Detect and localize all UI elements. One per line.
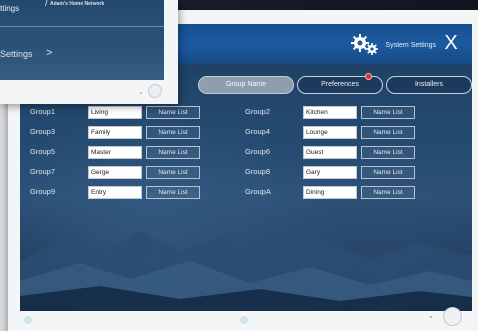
name-list-button[interactable]: Name List <box>146 126 200 139</box>
system-settings-header: System Settings <box>351 34 436 56</box>
close-icon[interactable]: X <box>440 31 462 55</box>
home-button[interactable] <box>443 307 462 326</box>
group-name-field[interactable]: Kitchen <box>303 106 357 119</box>
slash-icon: / <box>45 0 48 9</box>
group-row: Group6 Guest Name List <box>245 146 435 159</box>
name-list-button[interactable]: Name List <box>361 146 415 159</box>
group-name-field[interactable]: Dining <box>303 186 357 199</box>
card-bezel-dot <box>140 92 142 94</box>
gear-icon <box>351 34 379 55</box>
group-name-field[interactable]: Living <box>88 106 142 119</box>
group-label: Group3 <box>30 127 56 136</box>
group-label: Group7 <box>30 167 56 176</box>
settings-card-screen: ttings / Adam's Home Network Settings > <box>0 0 164 80</box>
group-name-field[interactable]: Family <box>88 126 142 139</box>
tab-group-name[interactable]: Group Name <box>198 76 294 94</box>
group-label: Group9 <box>30 187 56 196</box>
group-name-field[interactable]: Entry <box>88 186 142 199</box>
bezel-dot <box>240 316 248 324</box>
name-list-button[interactable]: Name List <box>146 166 200 179</box>
group-row: Group9 Entry Name List <box>30 186 220 199</box>
group-row: Group1 Living Name List <box>30 106 220 119</box>
group-label: Group8 <box>245 167 271 176</box>
name-list-button[interactable]: Name List <box>361 166 415 179</box>
name-list-button[interactable]: Name List <box>146 146 200 159</box>
group-name-field[interactable]: Master <box>88 146 142 159</box>
tab-preferences-label: Preferences <box>321 81 359 88</box>
bezel-dot <box>24 316 32 324</box>
settings-card: ttings / Adam's Home Network Settings > <box>0 0 178 104</box>
group-name-field[interactable]: Gerge <box>88 166 142 179</box>
group-row: GroupA Dining Name List <box>245 186 435 199</box>
name-list-button[interactable]: Name List <box>146 106 200 119</box>
group-name-field[interactable]: Guest <box>303 146 357 159</box>
name-list-button[interactable]: Name List <box>361 126 415 139</box>
group-label: Group1 <box>30 107 56 116</box>
group-label: Group5 <box>30 147 56 156</box>
group-row: Group3 Family Name List <box>30 126 220 139</box>
group-label: GroupA <box>245 187 271 196</box>
group-row: Group8 Gary Name List <box>245 166 435 179</box>
name-list-button[interactable]: Name List <box>361 106 415 119</box>
group-label: Group2 <box>245 107 271 116</box>
chevron-right-icon[interactable]: > <box>46 47 52 59</box>
group-label: Group4 <box>245 127 271 136</box>
divider <box>0 26 164 27</box>
page-title: System Settings <box>385 41 436 49</box>
mountain-background <box>20 231 472 311</box>
group-name-field[interactable]: Lounge <box>303 126 357 139</box>
group-row: Group2 Kitchen Name List <box>245 106 435 119</box>
settings-card-title: ttings <box>0 4 20 13</box>
network-name: Adam's Home Network <box>50 1 105 7</box>
card-home-button[interactable] <box>148 84 162 98</box>
name-list-button[interactable]: Name List <box>146 186 200 199</box>
bezel-small-dot <box>430 316 432 318</box>
name-list-button[interactable]: Name List <box>361 186 415 199</box>
group-row: Group4 Lounge Name List <box>245 126 435 139</box>
group-row: Group5 Master Name List <box>30 146 220 159</box>
group-label: Group6 <box>245 147 271 156</box>
group-row: Group7 Gerge Name List <box>30 166 220 179</box>
notification-badge <box>365 73 372 80</box>
group-name-field[interactable]: Gary <box>303 166 357 179</box>
tab-installers[interactable]: Installers <box>386 76 472 94</box>
tab-preferences[interactable]: Preferences <box>297 73 383 94</box>
settings-menu-item[interactable]: Settings <box>0 49 33 59</box>
